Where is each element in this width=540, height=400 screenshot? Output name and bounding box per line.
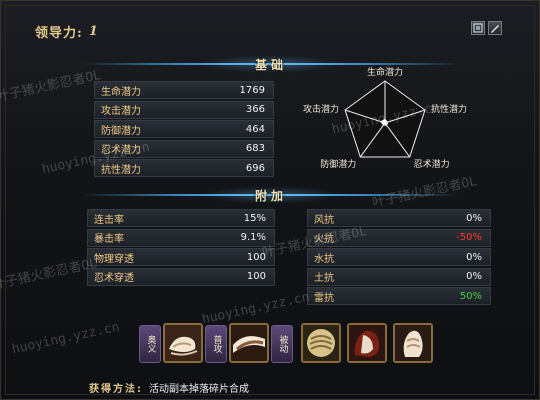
stat-name: 攻击潜力 bbox=[101, 106, 141, 117]
stat-name: 防御潜力 bbox=[101, 125, 141, 137]
stat-value: 0% bbox=[466, 271, 482, 282]
stat-value: 9.1% bbox=[240, 232, 266, 243]
extra-section-title: 附加 bbox=[81, 184, 461, 206]
stat-row: 生命潜力 1769 bbox=[94, 81, 274, 99]
stat-name: 忍术潜力 bbox=[101, 145, 141, 156]
stat-row: 水抗 0% bbox=[307, 248, 491, 266]
stat-row: 土抗 0% bbox=[307, 267, 491, 286]
stat-row: 忍术穿透 100 bbox=[87, 267, 275, 286]
passive-tag-label: 被动 bbox=[277, 335, 288, 353]
stat-name: 生命潜力 bbox=[101, 86, 141, 98]
edit-icon[interactable] bbox=[488, 21, 502, 35]
stat-name: 土抗 bbox=[314, 273, 334, 284]
stat-row: 连击率 15% bbox=[87, 209, 275, 227]
stat-name: 连击率 bbox=[94, 214, 124, 226]
acquire-method: 获得方法: 活动副本掉落碎片合成 bbox=[89, 380, 249, 395]
stat-value: 100 bbox=[246, 271, 266, 282]
stat-row: 暴击率 9.1% bbox=[87, 228, 275, 247]
stat-name: 暴击率 bbox=[94, 234, 124, 245]
stat-value: 696 bbox=[245, 162, 265, 174]
passive-skill-2-icon[interactable] bbox=[347, 323, 387, 363]
stat-value: 683 bbox=[245, 143, 265, 154]
stat-value: 100 bbox=[246, 251, 266, 263]
leadership-value: 1 bbox=[88, 23, 98, 39]
stat-row: 忍术潜力 683 bbox=[94, 139, 274, 158]
stat-value: 1769 bbox=[239, 84, 265, 96]
passive-tag: 被动 bbox=[271, 325, 293, 363]
radar-axis-label: 生命潜力 bbox=[367, 66, 403, 78]
watermark-cn: 叶子猪火影忍者OL bbox=[0, 256, 99, 293]
stat-name: 水抗 bbox=[314, 253, 334, 265]
passive-skill-3-icon[interactable] bbox=[393, 323, 433, 363]
radar-axis-label: 防御潜力 bbox=[320, 158, 356, 170]
normal-attack-skill-icon[interactable] bbox=[229, 323, 269, 363]
ougi-tag-label: 奥义 bbox=[145, 335, 156, 353]
stat-row: 雷抗 50% bbox=[307, 287, 491, 305]
stat-row: 风抗 0% bbox=[307, 209, 491, 227]
stat-name: 风抗 bbox=[314, 214, 334, 226]
stat-name: 物理穿透 bbox=[94, 253, 134, 265]
ninja-info-panel: 领导力: 1 基础 生命潜力 1769 攻击潜力 366 防御潜力 464 忍术潜力 683 抗… bbox=[0, 0, 540, 400]
radar-axis-label: 抗性潜力 bbox=[431, 103, 467, 115]
potential-radar-chart: 生命潜力抗性潜力忍术潜力 防御潜力 攻击潜力 bbox=[303, 66, 467, 170]
normal-attack-tag: 普攻 bbox=[205, 325, 227, 363]
watermark-url: huoying.yzz.cn bbox=[200, 289, 311, 328]
stat-value: -50% bbox=[456, 232, 482, 243]
stat-name: 火抗 bbox=[314, 234, 334, 245]
acquire-method-value: 活动副本掉落碎片合成 bbox=[149, 384, 249, 395]
stat-value: 366 bbox=[245, 104, 265, 115]
stat-value: 464 bbox=[245, 123, 265, 135]
ougi-skill-icon[interactable] bbox=[163, 323, 203, 363]
stat-row: 火抗 -50% bbox=[307, 228, 491, 247]
stat-row: 攻击潜力 366 bbox=[94, 100, 274, 119]
acquire-method-label: 获得方法: bbox=[89, 384, 143, 395]
stat-row: 防御潜力 464 bbox=[94, 120, 274, 138]
watermark-url: huoying.yzz.cn bbox=[10, 319, 121, 358]
normal-attack-tag-label: 普攻 bbox=[211, 335, 222, 353]
window-icon[interactable] bbox=[471, 21, 485, 35]
stat-name: 抗性潜力 bbox=[101, 164, 141, 176]
passive-skill-1-icon[interactable] bbox=[301, 323, 341, 363]
stat-value: 0% bbox=[466, 212, 482, 224]
stat-name: 雷抗 bbox=[314, 292, 334, 304]
stat-value: 15% bbox=[243, 212, 266, 224]
extra-section-label: 附加 bbox=[254, 188, 287, 203]
stat-row: 物理穿透 100 bbox=[87, 248, 275, 266]
leadership-label: 领导力: bbox=[35, 25, 83, 41]
stat-name: 忍术穿透 bbox=[94, 273, 134, 284]
leadership-header: 领导力: 1 bbox=[35, 21, 98, 41]
radar-axis-label: 攻击潜力 bbox=[303, 103, 339, 115]
radar-axis-label: 忍术潜力 bbox=[414, 158, 450, 170]
stat-value: 0% bbox=[466, 251, 482, 263]
stat-row: 抗性潜力 696 bbox=[94, 159, 274, 177]
base-section-label: 基础 bbox=[254, 57, 287, 72]
ougi-tag: 奥义 bbox=[139, 325, 161, 363]
stat-value: 50% bbox=[459, 290, 482, 302]
